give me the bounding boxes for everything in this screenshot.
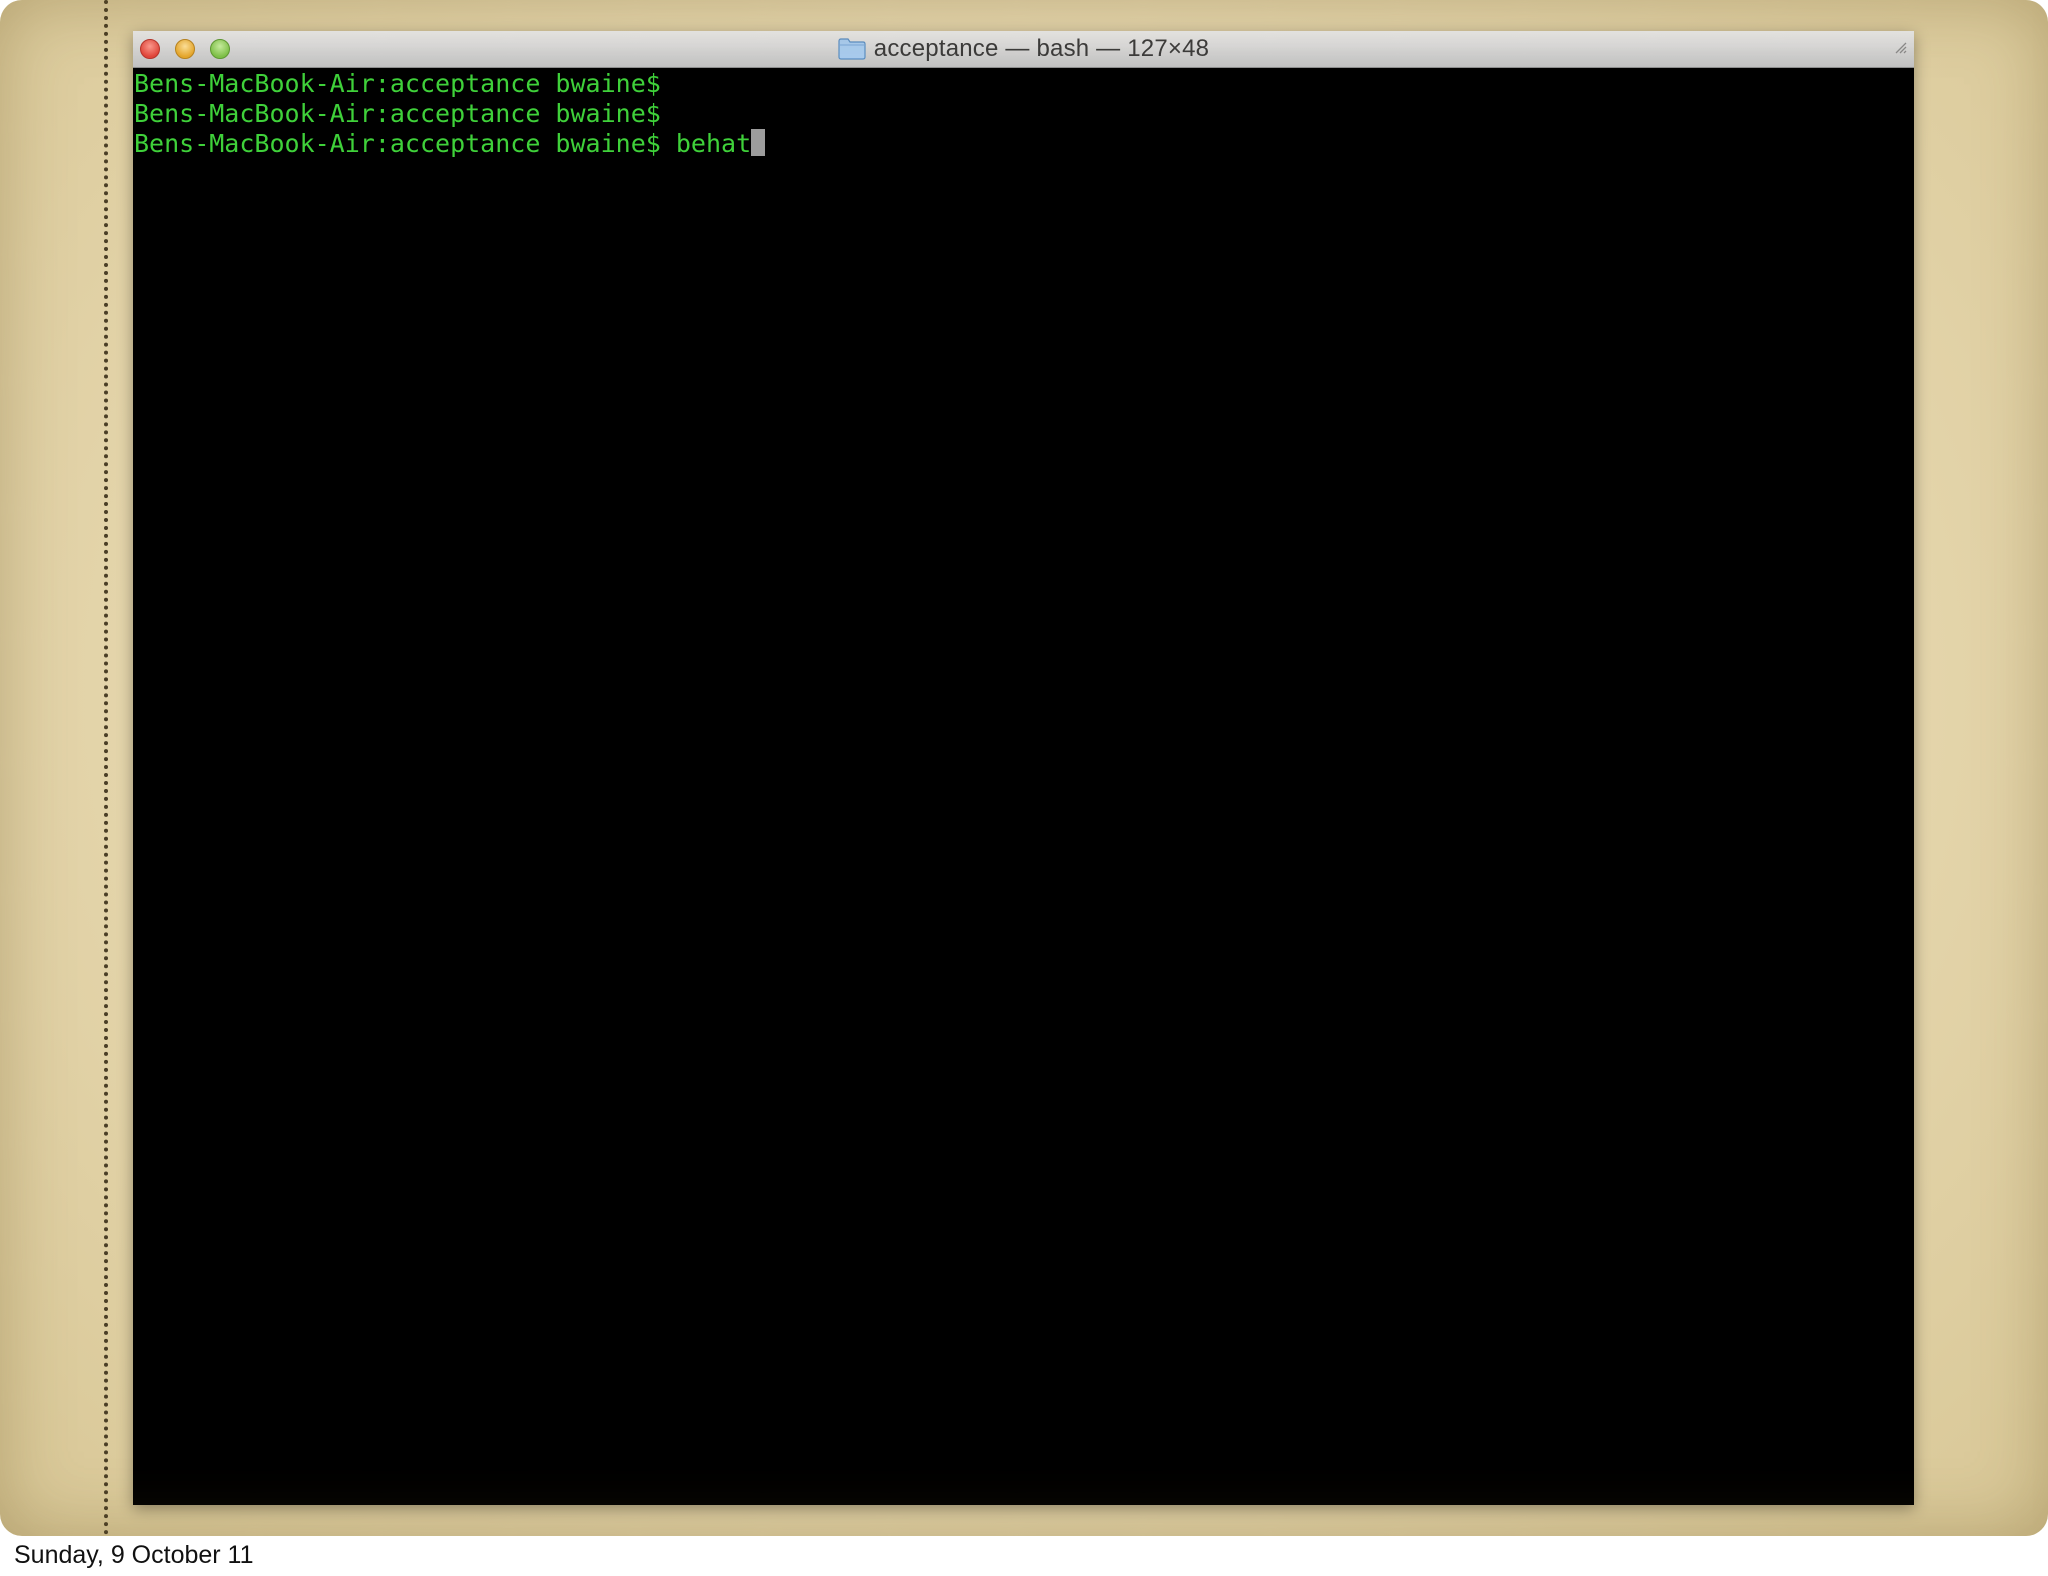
typed-command[interactable]: behat	[676, 129, 751, 158]
folder-icon	[838, 38, 866, 60]
text-cursor	[751, 129, 766, 156]
terminal-line: Bens-MacBook-Air:acceptance bwaine$	[134, 69, 1914, 99]
prompt-text: Bens-MacBook-Air:acceptance bwaine$	[134, 69, 661, 98]
title-group: acceptance — bash — 127×48	[133, 31, 1914, 67]
slide-date-footer: Sunday, 9 October 11	[14, 1541, 254, 1569]
prompt-text: Bens-MacBook-Air:acceptance bwaine$	[134, 129, 661, 158]
prompt-text: Bens-MacBook-Air:acceptance bwaine$	[134, 99, 661, 128]
slide-background: acceptance — bash — 127×48 Bens-MacBook-…	[0, 0, 2048, 1536]
dotted-binding-line	[104, 0, 108, 1536]
window-title: acceptance — bash — 127×48	[873, 35, 1210, 62]
resize-icon[interactable]	[1894, 41, 1908, 55]
terminal-line: Bens-MacBook-Air:acceptance bwaine$	[134, 99, 1914, 129]
terminal-line-current[interactable]: Bens-MacBook-Air:acceptance bwaine$ beha…	[134, 129, 1914, 159]
title-bar[interactable]: acceptance — bash — 127×48	[133, 31, 1914, 68]
terminal-output[interactable]: Bens-MacBook-Air:acceptance bwaine$ Bens…	[133, 68, 1914, 1505]
terminal-window[interactable]: acceptance — bash — 127×48 Bens-MacBook-…	[133, 31, 1914, 1505]
